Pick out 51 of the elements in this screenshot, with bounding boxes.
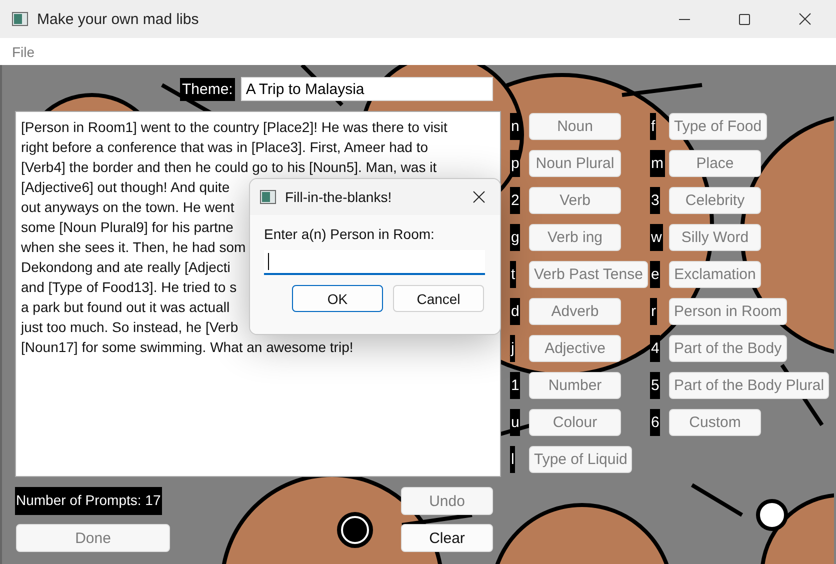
- story-line: [Verb4] the border and then he could go to his [Noun5]. Man, was it: [21, 158, 437, 177]
- shortcut-key-label: l: [510, 446, 516, 473]
- shortcut-key-label: f: [650, 113, 656, 140]
- cartoon-eye: [756, 499, 788, 531]
- answer-field[interactable]: [264, 250, 485, 275]
- theme-field[interactable]: A Trip to Malaysia: [240, 77, 493, 101]
- story-line: a park but found out it was actuall: [21, 298, 230, 317]
- story-line: out anyways on the town. He went: [21, 198, 234, 217]
- shortcut-key-label: m: [650, 150, 664, 177]
- window-icon: [260, 190, 276, 204]
- shortcut-key-label: r: [650, 298, 657, 325]
- shortcut-key-label: n: [510, 113, 520, 140]
- theme-label: Theme:: [180, 78, 235, 100]
- maximize-icon[interactable]: [739, 14, 750, 24]
- shortcut-key-label: p: [510, 150, 520, 177]
- shortcut-key-label: 4: [650, 335, 660, 362]
- window-title: Make your own mad libs: [37, 10, 199, 28]
- shortcut-key-label: u: [510, 409, 520, 436]
- dialog-title: Fill-in-the-blanks!: [285, 189, 392, 205]
- story-line: [Person in Room1] went to the country [Place2]! He was there to visit: [21, 118, 448, 137]
- prompt-count-label: Number of Prompts: 17: [15, 487, 162, 515]
- story-line: [Adjective6] out though! And quite: [21, 178, 230, 197]
- shortcut-key-label: e: [650, 261, 660, 288]
- story-line: when she sees it. Then, he had som: [21, 238, 246, 257]
- shortcut-key-label: 6: [650, 409, 660, 436]
- dialog-button[interactable]: OK: [292, 285, 383, 312]
- shortcut-key-label: g: [510, 224, 520, 251]
- minimize-icon[interactable]: [679, 18, 690, 20]
- close-icon[interactable]: [799, 13, 811, 25]
- story-line: and [Type of Food13]. He tried to s: [21, 278, 237, 297]
- edit-button[interactable]: Clear: [401, 524, 493, 552]
- story-line: [Noun17] for some swimming. What an awesome trip!: [21, 338, 354, 357]
- shortcut-key-label: j: [510, 335, 516, 362]
- window-icon: [12, 12, 28, 26]
- story-line: right before a conference that was in [Place3]. First, Ameer had to: [21, 138, 428, 157]
- story-line: Dekondong and ate really [Adjecti: [21, 258, 230, 277]
- dialog-button[interactable]: Cancel: [393, 285, 484, 312]
- shortcut-key-label: 3: [650, 187, 660, 214]
- shortcut-key-label: 1: [510, 372, 520, 399]
- cartoon-eye: [337, 512, 373, 548]
- story-line: some [Noun Plural9] for his partne: [21, 218, 234, 237]
- shortcut-key-label: t: [510, 261, 516, 288]
- story-text-area[interactable]: [15, 111, 501, 477]
- story-line: just too much. So instead, he [Verb: [21, 318, 238, 337]
- shortcut-key-label: w: [650, 224, 663, 251]
- shortcut-key-label: 2: [510, 187, 520, 214]
- close-icon[interactable]: [473, 191, 485, 203]
- shortcut-key-label: d: [510, 298, 520, 325]
- dialog-prompt: Enter a(n) Person in Room:: [264, 226, 436, 242]
- shortcut-key-label: 5: [650, 372, 660, 399]
- text-cursor: [268, 253, 269, 270]
